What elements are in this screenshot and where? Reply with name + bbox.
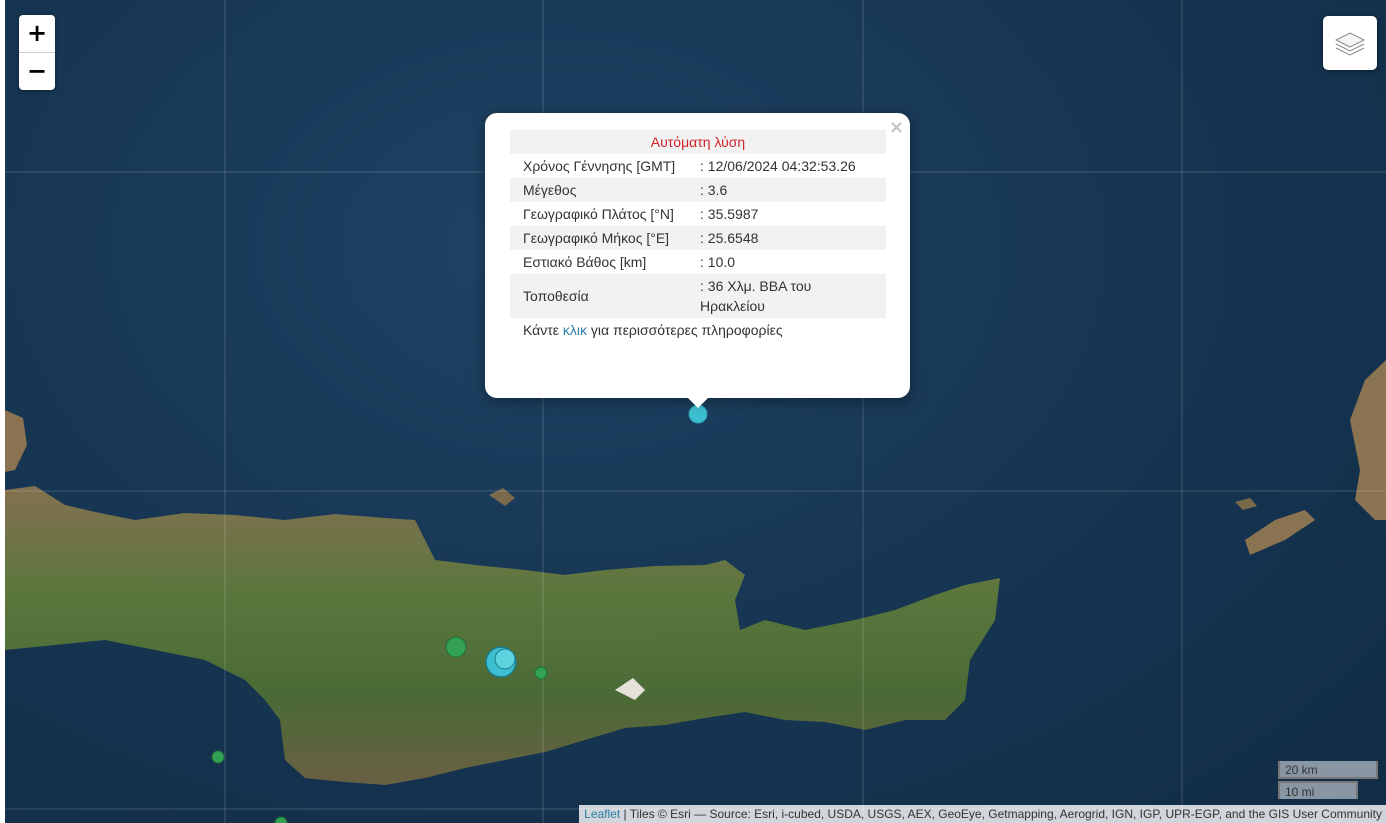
more-info-link[interactable]: κλικ bbox=[563, 322, 587, 338]
footer-suffix: για περισσότερες πληροφορίες bbox=[587, 322, 783, 338]
scale-metric: 20 km bbox=[1278, 761, 1378, 779]
zoom-in-button[interactable]: + bbox=[19, 15, 55, 52]
scale-bar: 20 km 10 mi bbox=[1278, 761, 1378, 799]
detail-value: : 25.6548 bbox=[696, 226, 886, 250]
map-canvas[interactable]: + − × Αυτόματη λύση Χρόνος Γέννησης [GMT… bbox=[5, 0, 1386, 823]
popup-footer: Κάντε κλικ για περισσότερες πληροφορίες bbox=[510, 318, 886, 342]
earthquake-marker bbox=[445, 636, 467, 658]
detail-label: Γεωγραφικό Πλάτος [°N] bbox=[523, 206, 674, 222]
popup-title: Αυτόματη λύση bbox=[510, 130, 886, 154]
detail-value: : 36 Χλμ. ΒΒΑ του Ηρακλείου bbox=[696, 274, 886, 318]
attribution-text: | Tiles © Esri — Source: Esri, i-cubed, … bbox=[620, 807, 1382, 821]
zoom-control: + − bbox=[19, 15, 55, 90]
layers-control-button[interactable] bbox=[1323, 16, 1377, 70]
leaflet-link[interactable]: Leaflet bbox=[584, 807, 620, 821]
earthquake-popup: × Αυτόματη λύση Χρόνος Γέννησης [GMT] : … bbox=[485, 113, 910, 408]
detail-label: Τοποθεσία bbox=[510, 274, 696, 318]
earthquake-marker bbox=[494, 648, 516, 670]
zoom-out-button[interactable]: − bbox=[19, 52, 55, 90]
detail-value: : 3.6 bbox=[696, 178, 886, 202]
detail-label: Εστιακό Βάθος [km] bbox=[523, 254, 647, 270]
detail-label: Χρόνος Γέννησης [GMT] bbox=[523, 158, 676, 174]
detail-value: : 12/06/2024 04:32:53.26 bbox=[700, 158, 856, 174]
layers-icon bbox=[1334, 32, 1366, 56]
earthquake-details-table: Αυτόματη λύση Χρόνος Γέννησης [GMT] : 12… bbox=[510, 130, 886, 342]
earthquake-marker bbox=[534, 666, 548, 680]
earthquake-marker bbox=[211, 750, 225, 764]
scale-imperial: 10 mi bbox=[1278, 781, 1358, 799]
detail-label: Γεωγραφικό Μήκος [°E] bbox=[510, 226, 696, 250]
detail-value: : 35.5987 bbox=[700, 206, 759, 222]
footer-prefix: Κάντε bbox=[523, 322, 563, 338]
attribution: Leaflet | Tiles © Esri — Source: Esri, i… bbox=[579, 805, 1386, 823]
detail-value: : 10.0 bbox=[700, 254, 736, 270]
earthquake-marker bbox=[274, 816, 288, 823]
detail-label: Μέγεθος bbox=[510, 178, 696, 202]
popup-tip bbox=[688, 398, 708, 408]
popup-close-button[interactable]: × bbox=[889, 117, 904, 138]
